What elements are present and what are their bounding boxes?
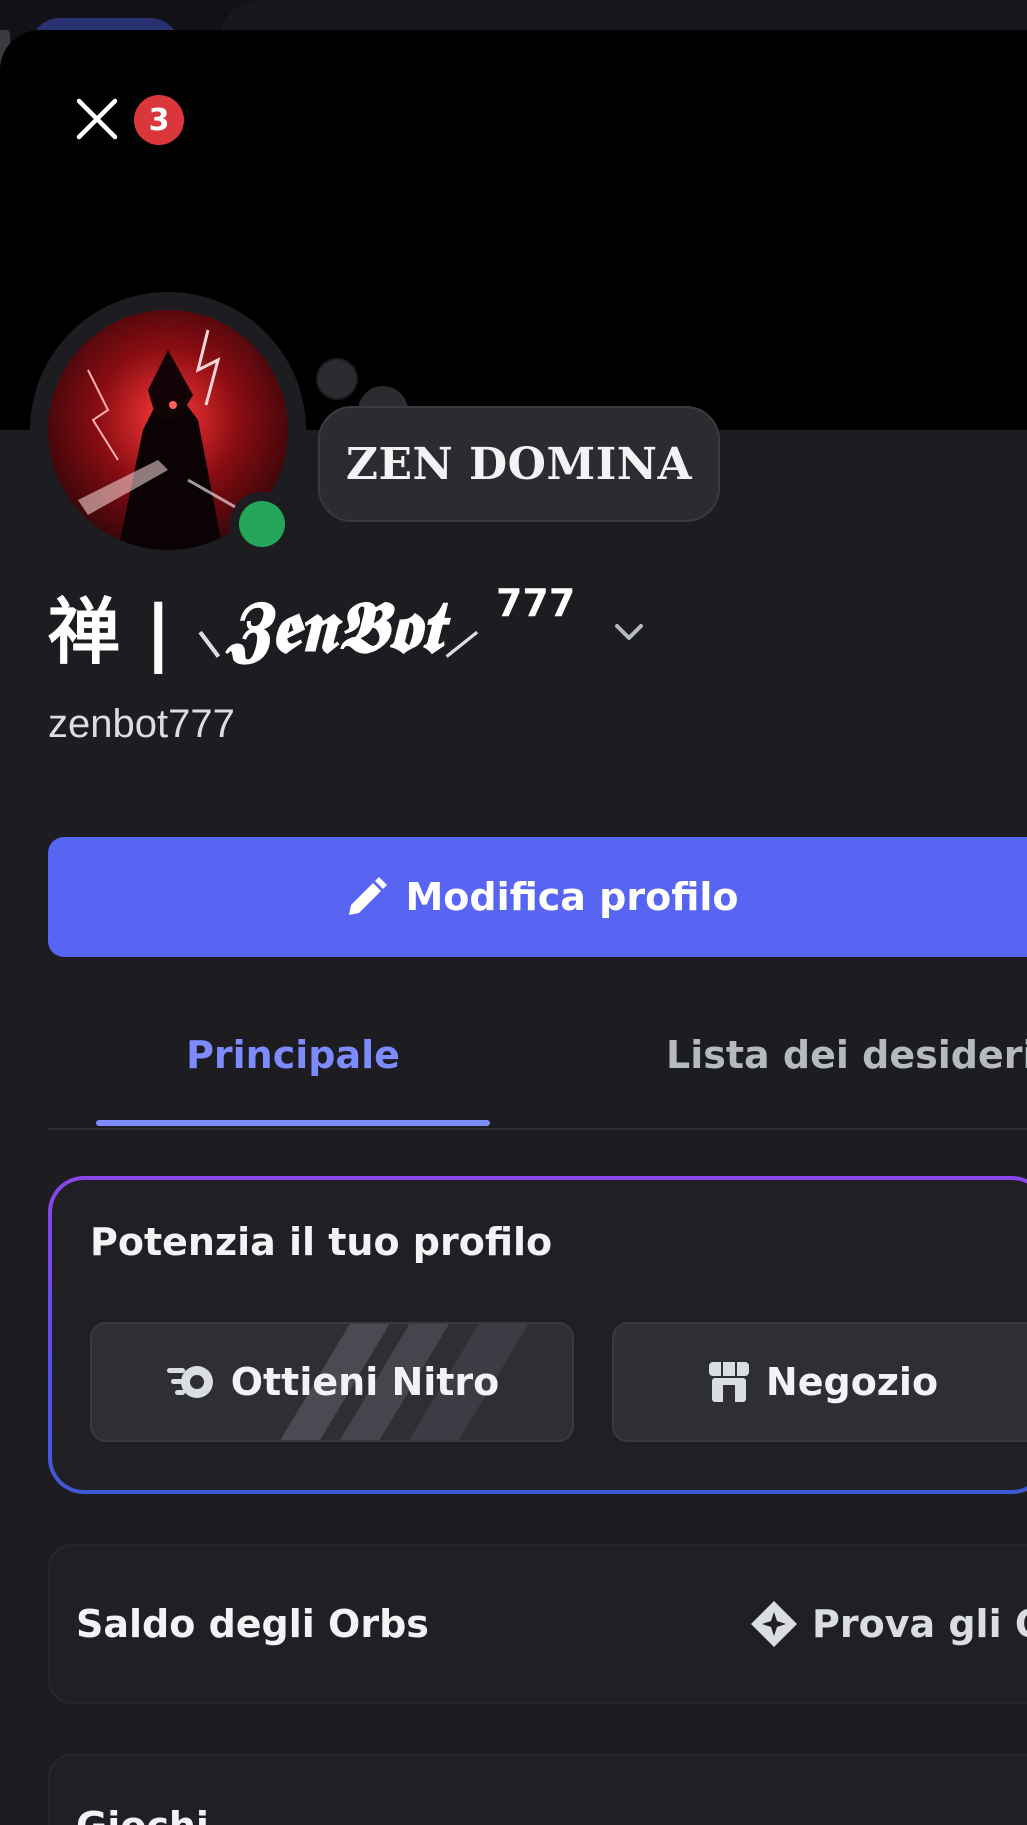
boost-title: Potenzia il tuo profilo — [90, 1220, 553, 1264]
display-name[interactable]: 禅 | ⸜𝖅𝖊𝖓𝕭𝖔𝖙⸝ 777 — [48, 570, 647, 680]
tab-wishlist[interactable]: Lista dei desideri — [638, 985, 1027, 1125]
status-bubble-dot-small — [316, 358, 358, 400]
active-tab-indicator — [96, 1120, 490, 1126]
orb-icon — [751, 1601, 797, 1647]
boost-profile-card: Potenzia il tuo profilo Ottieni Nitro Ne… — [48, 1176, 1027, 1494]
games-card[interactable]: Giochi — [48, 1754, 1027, 1825]
display-name-main: ⸜𝖅𝖊𝖓𝕭𝖔𝖙⸝ — [189, 584, 478, 669]
edit-profile-label: Modifica profilo — [405, 875, 739, 919]
shop-icon — [708, 1362, 749, 1402]
avatar-container[interactable] — [30, 292, 306, 568]
edit-profile-button[interactable]: Modifica profilo — [48, 837, 1027, 957]
try-orbs-link[interactable]: Prova gli Orbs — [748, 1546, 1027, 1702]
orbs-title: Saldo degli Orbs — [76, 1602, 429, 1646]
close-button[interactable] — [68, 90, 126, 148]
games-title: Giochi — [76, 1804, 209, 1825]
custom-status-bubble[interactable]: ZEN DOMINA — [318, 406, 720, 522]
pencil-icon — [349, 877, 388, 915]
profile-tabs: Principale Lista dei desideri — [48, 985, 1027, 1130]
display-name-suffix: 777 — [495, 581, 576, 625]
online-status-indicator — [230, 492, 294, 556]
get-nitro-button[interactable]: Ottieni Nitro — [90, 1322, 574, 1442]
username: zenbot777 — [48, 702, 235, 746]
notification-badge: 3 — [134, 95, 184, 145]
close-icon — [76, 98, 118, 140]
get-nitro-label: Ottieni Nitro — [230, 1360, 500, 1404]
profile-sheet: 3 ZEN DOMINA 禅 | ⸜𝖅𝖊𝖓𝕭𝖔𝖙⸝ 777 zenbot777 … — [0, 30, 1027, 1825]
chevron-down-icon[interactable] — [611, 620, 647, 644]
orbs-balance-card[interactable]: Saldo degli Orbs Prova gli Orbs — [48, 1544, 1027, 1704]
display-name-prefix: 禅 | — [48, 589, 172, 674]
try-orbs-label: Prova gli Orbs — [812, 1602, 1027, 1646]
tab-main[interactable]: Principale — [96, 985, 490, 1125]
shop-label: Negozio — [765, 1360, 939, 1404]
shop-button[interactable]: Negozio — [612, 1322, 1027, 1442]
nitro-icon — [166, 1366, 213, 1398]
